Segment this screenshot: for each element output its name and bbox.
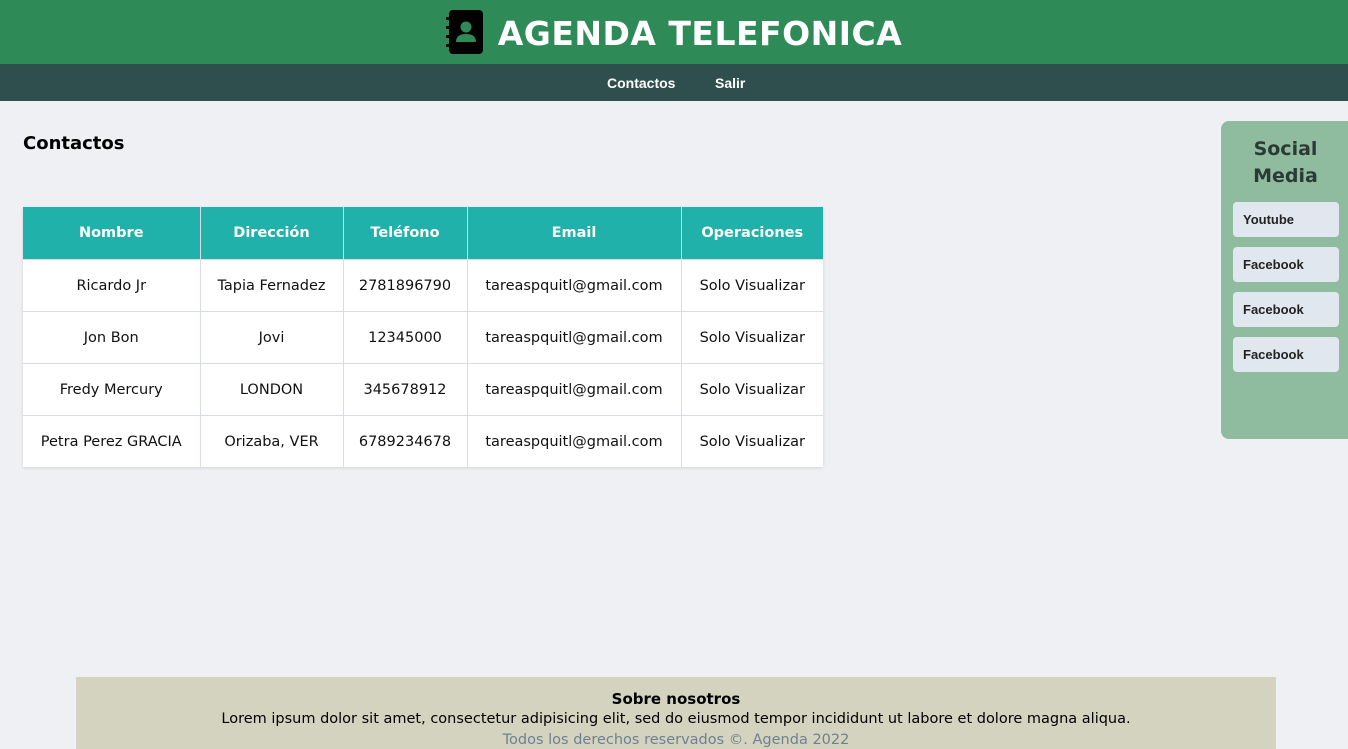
cell-direccion: LONDON xyxy=(200,363,344,416)
social-media-panel: Social Media Youtube Facebook Facebook F… xyxy=(1221,121,1348,439)
cell-operaciones: Solo Visualizar xyxy=(681,311,823,364)
footer-description: Lorem ipsum dolor sit amet, consectetur … xyxy=(221,711,1131,727)
column-header-operaciones: Operaciones xyxy=(681,207,823,260)
footer-copyright: Todos los derechos reservados ©. Agenda … xyxy=(502,732,850,748)
social-facebook-button[interactable]: Facebook xyxy=(1233,292,1339,327)
social-facebook-button[interactable]: Facebook xyxy=(1233,337,1339,372)
app-header: AGENDA TELEFONICA xyxy=(0,0,1348,64)
cell-email: tareaspquitl@gmail.com xyxy=(467,311,682,364)
table-row: Ricardo Jr Tapia Fernadez 2781896790 tar… xyxy=(23,259,823,312)
cell-direccion: Jovi xyxy=(200,311,344,364)
cell-nombre: Petra Perez GRACIA xyxy=(23,415,201,467)
social-facebook-button[interactable]: Facebook xyxy=(1233,247,1339,282)
cell-operaciones: Solo Visualizar xyxy=(681,415,823,467)
cell-telefono: 345678912 xyxy=(343,363,468,416)
top-navbar: Contactos Salir xyxy=(0,64,1348,101)
cell-telefono: 12345000 xyxy=(343,311,468,364)
nav-contactos-link[interactable]: Contactos xyxy=(607,75,675,91)
column-header-email: Email xyxy=(467,207,682,260)
column-header-direccion: Dirección xyxy=(200,207,344,260)
table-row: Fredy Mercury LONDON 345678912 tareaspqu… xyxy=(23,363,823,416)
cell-operaciones: Solo Visualizar xyxy=(681,259,823,312)
cell-email: tareaspquitl@gmail.com xyxy=(467,363,682,416)
page-footer: Sobre nosotros Lorem ipsum dolor sit ame… xyxy=(76,677,1276,749)
nav-salir-link[interactable]: Salir xyxy=(715,75,745,91)
cell-nombre: Fredy Mercury xyxy=(23,363,201,416)
social-youtube-button[interactable]: Youtube xyxy=(1233,202,1339,237)
cell-email: tareaspquitl@gmail.com xyxy=(467,415,682,467)
cell-telefono: 6789234678 xyxy=(343,415,468,467)
footer-title: Sobre nosotros xyxy=(611,690,741,708)
contacts-table: Nombre Dirección Teléfono Email Operacio… xyxy=(23,207,823,467)
page-title: Contactos xyxy=(23,133,125,154)
cell-direccion: Tapia Fernadez xyxy=(200,259,344,312)
cell-operaciones: Solo Visualizar xyxy=(681,363,823,416)
cell-nombre: Jon Bon xyxy=(23,311,201,364)
table-row: Jon Bon Jovi 12345000 tareaspquitl@gmail… xyxy=(23,311,823,364)
table-header-row: Nombre Dirección Teléfono Email Operacio… xyxy=(23,207,823,260)
column-header-nombre: Nombre xyxy=(23,207,201,260)
cell-telefono: 2781896790 xyxy=(343,259,468,312)
table-row: Petra Perez GRACIA Orizaba, VER 67892346… xyxy=(23,415,823,467)
cell-email: tareaspquitl@gmail.com xyxy=(467,259,682,312)
cell-direccion: Orizaba, VER xyxy=(200,415,344,467)
address-book-icon xyxy=(445,10,483,54)
app-title: AGENDA TELEFONICA xyxy=(497,13,903,53)
column-header-telefono: Teléfono xyxy=(343,207,468,260)
cell-nombre: Ricardo Jr xyxy=(23,259,201,312)
social-media-title: Social Media xyxy=(1253,138,1318,187)
